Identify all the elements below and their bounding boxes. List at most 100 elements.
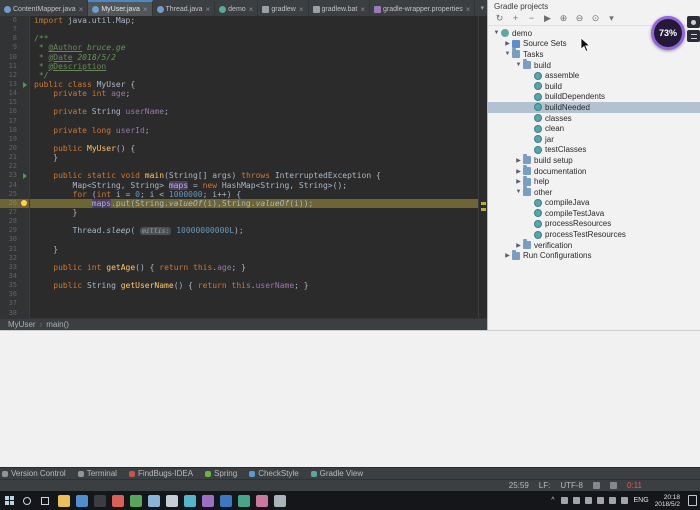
tree-item-clean[interactable]: clean <box>488 123 700 134</box>
tree-item-processresources[interactable]: processResources <box>488 219 700 230</box>
tree-item-compilejava[interactable]: compileJava <box>488 198 700 209</box>
editor-code[interactable]: import java.util.Map; /** * @Author bruce… <box>30 16 478 318</box>
app-icon-5[interactable] <box>130 494 142 507</box>
tree-item-builddependents[interactable]: buildDependents <box>488 92 700 103</box>
tray-icon-4[interactable] <box>596 497 604 504</box>
chevron-collapsed-icon[interactable]: ▶ <box>503 252 512 259</box>
readonly-lock-icon[interactable] <box>593 482 601 489</box>
chevron-collapsed-icon[interactable]: ▶ <box>514 242 523 249</box>
inspections-profile-icon[interactable] <box>610 482 618 489</box>
app-icon-8[interactable] <box>184 494 196 507</box>
hide-panel-icon[interactable]: ▾ <box>606 13 617 23</box>
warning-stripe-mark[interactable] <box>481 202 486 205</box>
collapse-all-icon[interactable]: ⊖ <box>574 13 585 23</box>
close-tab-icon[interactable]: × <box>299 5 304 14</box>
cursor-position[interactable]: 25:59 <box>509 481 529 490</box>
close-tab-icon[interactable]: × <box>143 5 148 14</box>
close-tab-icon[interactable]: × <box>466 5 471 14</box>
toolwindow-button-gradle-view[interactable]: Gradle View <box>310 469 363 478</box>
toolwindow-button-terminal[interactable]: Terminal <box>77 469 117 478</box>
tree-item-assemble[interactable]: assemble <box>488 70 700 81</box>
app-icon-12[interactable] <box>256 494 268 507</box>
tree-item-help[interactable]: ▶ help <box>488 175 700 187</box>
tree-item-build[interactable]: ▼ build <box>488 59 700 71</box>
action-center-button[interactable] <box>688 495 697 506</box>
chevron-collapsed-icon[interactable]: ▶ <box>503 40 512 47</box>
tree-item-compiletestjava[interactable]: compileTestJava <box>488 208 700 219</box>
tray-icon-1[interactable] <box>560 497 568 504</box>
start-button[interactable] <box>0 491 18 510</box>
tree-item-buildneeded[interactable]: buildNeeded <box>488 102 700 113</box>
screen-recorder-overlay[interactable]: 73% <box>651 16 700 50</box>
toolwindow-button-findbugs-idea[interactable]: FindBugs-IDEA <box>128 469 193 478</box>
tree-item-documentation[interactable]: ▶ documentation <box>488 165 700 177</box>
close-tab-icon[interactable]: × <box>79 5 84 14</box>
chevron-expanded-icon[interactable]: ▼ <box>514 189 523 195</box>
chevron-expanded-icon[interactable]: ▼ <box>514 62 523 68</box>
editor-tab-myuser-java[interactable]: MyUser.java × <box>88 0 153 16</box>
refresh-gradle-icon[interactable]: ↻ <box>494 13 505 23</box>
tree-item-classes[interactable]: classes <box>488 113 700 124</box>
run-marker-icon[interactable] <box>23 81 27 88</box>
ide-icon[interactable] <box>94 494 106 507</box>
toolwindow-button-spring[interactable]: Spring <box>205 469 237 478</box>
tree-item-verification[interactable]: ▶ verification <box>488 239 700 251</box>
editor-tab-contentmapper-java[interactable]: ContentMapper.java × <box>0 0 89 16</box>
editor-tab-thread-java[interactable]: Thread.java × <box>153 0 216 16</box>
tree-item-processtestresources[interactable]: processTestResources <box>488 229 700 240</box>
app-icon-7[interactable] <box>166 494 178 507</box>
run-gradle-task-icon[interactable]: ▶ <box>542 13 553 23</box>
tray-icon-2[interactable] <box>572 497 580 504</box>
close-tab-icon[interactable]: × <box>249 5 254 14</box>
app-icon-9[interactable] <box>202 494 214 507</box>
encoding[interactable]: UTF-8 <box>560 481 583 490</box>
breadcrumb-method[interactable]: main() <box>46 320 69 329</box>
file-explorer-icon[interactable] <box>58 494 70 507</box>
editor-tab-gradle-wrapper-properties[interactable]: gradle-wrapper.properties × <box>370 0 476 16</box>
close-tab-icon[interactable]: × <box>205 5 210 14</box>
editor-scrollbar[interactable] <box>478 16 487 318</box>
expand-all-icon[interactable]: ⊕ <box>558 13 569 23</box>
search-button[interactable] <box>18 491 36 510</box>
editor-tab-gradlew-bat[interactable]: gradlew.bat × <box>309 0 371 16</box>
chevron-collapsed-icon[interactable]: ▶ <box>514 168 523 175</box>
browser-icon[interactable] <box>76 494 88 507</box>
toolwindow-button-checkstyle[interactable]: CheckStyle <box>249 469 299 478</box>
editor-tab-demo[interactable]: demo × <box>215 0 259 16</box>
app-icon-4[interactable] <box>112 494 124 507</box>
chevron-collapsed-icon[interactable]: ▶ <box>514 178 523 185</box>
tabs-overflow-icon[interactable]: ▾ <box>475 4 487 12</box>
editor[interactable]: 6 7 8 9 10 11 12 13 14 15 16 17 18 19 20 21 22 23 24 25 26 27… <box>0 16 487 318</box>
clock[interactable]: 20:18 2018/5/2 <box>655 494 680 508</box>
tree-item-build-setup[interactable]: ▶ build setup <box>488 154 700 166</box>
chevron-collapsed-icon[interactable]: ▶ <box>514 157 523 164</box>
detach-gradle-project-icon[interactable]: − <box>526 13 537 23</box>
recording-time[interactable]: 0:11 <box>627 481 642 490</box>
tree-item-tasks[interactable]: ▼ Tasks <box>488 48 700 60</box>
breadcrumb-class[interactable]: MyUser <box>8 320 36 329</box>
tree-item-jar[interactable]: jar <box>488 134 700 145</box>
gradle-settings-icon[interactable]: ⊙ <box>590 13 601 23</box>
app-icon-10[interactable] <box>220 494 232 507</box>
recorder-menu-button[interactable] <box>687 30 700 42</box>
intention-bulb-icon[interactable] <box>21 199 27 206</box>
editor-tab-gradlew[interactable]: gradlew × <box>258 0 309 16</box>
language-indicator[interactable]: ENG <box>634 497 649 504</box>
task-view-button[interactable] <box>36 491 54 510</box>
attach-gradle-project-icon[interactable]: + <box>510 13 521 23</box>
tray-icon-5[interactable] <box>608 497 616 504</box>
toolwindow-button-version-control[interactable]: Version Control <box>2 469 66 478</box>
line-separator[interactable]: LF: <box>539 481 551 490</box>
tree-item-run-configurations[interactable]: ▶ Run Configurations <box>488 249 700 261</box>
tree-item-build[interactable]: build <box>488 81 700 92</box>
recorder-camera-button[interactable] <box>687 16 700 28</box>
tray-icon-3[interactable] <box>584 497 592 504</box>
tray-expand-icon[interactable]: ^ <box>551 497 554 504</box>
tray-icon-6[interactable] <box>620 497 628 504</box>
app-icon-13[interactable] <box>274 494 286 507</box>
tree-item-other[interactable]: ▼ other <box>488 186 700 198</box>
run-marker-icon[interactable] <box>23 173 27 180</box>
chevron-expanded-icon[interactable]: ▼ <box>492 30 501 36</box>
close-tab-icon[interactable]: × <box>360 5 365 14</box>
app-icon-11[interactable] <box>238 494 250 507</box>
